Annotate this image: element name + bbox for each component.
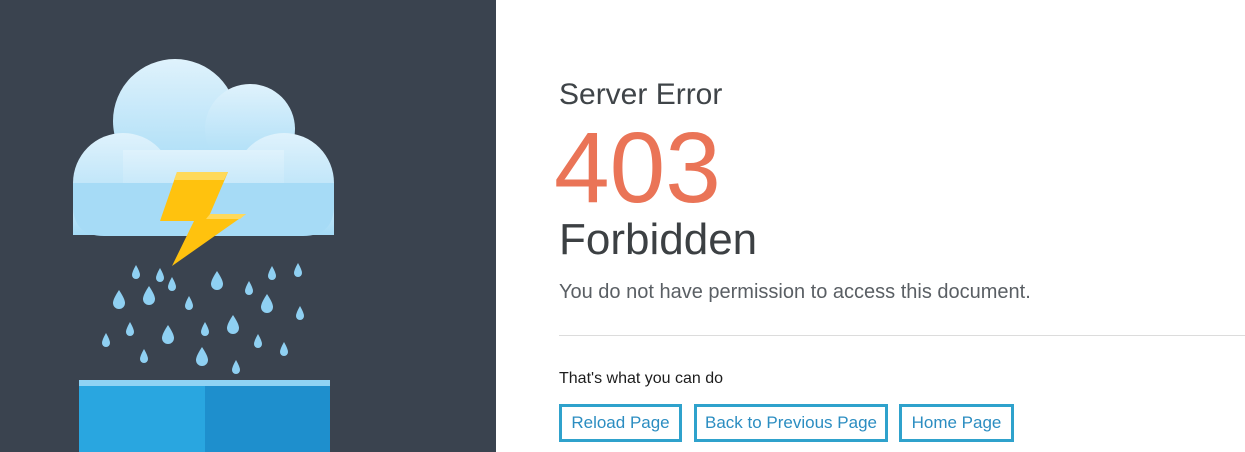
error-title: Forbidden [559,215,758,264]
raindrop-icon [196,347,208,366]
storm-illustration [73,59,334,452]
raindrop-icon [296,306,304,320]
raindrop-icon [254,334,262,348]
error-page: Server Error 403 Forbidden You do not ha… [0,0,1245,452]
back-to-previous-page-button[interactable]: Back to Previous Page [694,404,888,442]
raindrop-icon [168,277,176,291]
raindrop-icon [211,271,223,290]
raindrop-icon [126,322,134,336]
raindrops [102,263,304,374]
raindrop-icon [294,263,302,277]
raindrop-icon [185,296,193,310]
reload-page-button[interactable]: Reload Page [559,404,682,442]
raindrop-icon [201,322,209,336]
raindrop-icon [156,268,164,282]
raindrop-icon [268,266,276,280]
raindrop-icon [162,325,174,344]
raindrop-icon [232,360,240,374]
error-content: Server Error 403 Forbidden You do not ha… [554,0,1245,452]
divider [559,335,1245,336]
raindrop-icon [143,286,155,305]
actions-heading: That's what you can do [559,370,724,387]
raindrop-icon [140,349,148,363]
illustration-panel [0,0,496,452]
water-container-icon [79,380,330,452]
error-code: 403 [554,112,721,224]
raindrop-icon [102,333,110,347]
error-message: You do not have permission to access thi… [559,281,1031,303]
raindrop-icon [227,315,239,334]
raindrop-icon [261,294,273,313]
raindrop-icon [113,290,125,309]
error-label: Server Error [559,78,723,111]
raindrop-icon [280,342,288,356]
raindrop-icon [132,265,140,279]
home-page-button[interactable]: Home Page [899,404,1014,442]
raindrop-icon [245,281,253,295]
